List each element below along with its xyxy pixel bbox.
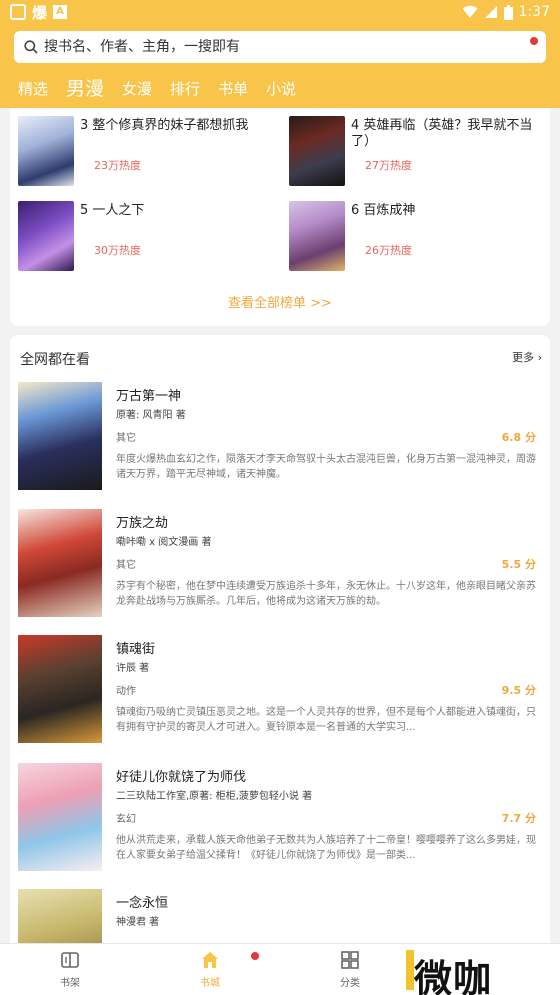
rank-cover-image bbox=[18, 116, 74, 186]
section-title: 全网都在看 bbox=[20, 352, 90, 368]
nav-label: 书城 bbox=[200, 978, 220, 989]
book-cover-image bbox=[18, 382, 102, 490]
tab-ranking[interactable]: 排行 bbox=[170, 78, 200, 108]
rank-title: 4 英雄再临（英雄？我早就不当了） bbox=[351, 118, 533, 149]
search-icon bbox=[24, 40, 38, 54]
book-author: 许辰 著 bbox=[116, 663, 150, 674]
book-genre: 玄幻 bbox=[116, 814, 136, 825]
book-genre: 其它 bbox=[116, 433, 136, 444]
book-author: 二三玖陆工作室,原著: 柜柜,菠萝包轻小说 著 bbox=[116, 791, 313, 802]
chevron-right-icon: › bbox=[537, 351, 542, 364]
more-link[interactable]: 更多 › bbox=[512, 349, 542, 365]
grid-icon bbox=[341, 951, 359, 969]
notification-square-icon bbox=[10, 4, 26, 20]
book-author: 原著: 风青阳 著 bbox=[116, 410, 186, 421]
category-tabs: 精选 男漫 女漫 排行 书单 小说 bbox=[0, 72, 296, 108]
rank-title: 3 整个修真界的妹子都想抓我 bbox=[80, 118, 249, 133]
book-item[interactable]: 镇魂街 许辰 著 动作 9.5 分 镇魂街乃吸纳亡灵镇压恶灵之地。这是一个人灵共… bbox=[10, 635, 550, 745]
book-title: 万古第一神 bbox=[116, 389, 182, 404]
book-score: 6.8 分 bbox=[501, 431, 536, 444]
book-description: 他从洪荒走来，承载人族天命他弟子无数共为人族培养了十二帝皇！嘤嘤嘤养了这么多男娃… bbox=[116, 835, 536, 861]
search-bar[interactable] bbox=[14, 31, 546, 63]
book-author: 神漫君 著 bbox=[116, 917, 160, 928]
status-app-icon: 爆 bbox=[32, 3, 48, 22]
book-item[interactable]: 好徒儿你就饶了为师伐 二三玖陆工作室,原著: 柜柜,菠萝包轻小说 著 玄幻 7.… bbox=[10, 763, 550, 873]
book-item[interactable]: 万族之劫 嘞咔嘞 x 阅文漫画 著 其它 5.5 分 苏宇有个秘密，他在梦中连续… bbox=[10, 509, 550, 619]
notification-dot bbox=[251, 952, 259, 960]
tab-female-comics[interactable]: 女漫 bbox=[122, 78, 152, 108]
book-description: 苏宇有个秘密，他在梦中连续遭受万族追杀十多年，永无休止。十八岁这年，他亲眼目睹父… bbox=[116, 581, 536, 607]
tab-booklist[interactable]: 书单 bbox=[218, 78, 248, 108]
rank-item[interactable]: 5 一人之下 30万热度 bbox=[10, 193, 270, 271]
rank-cover-image bbox=[289, 116, 345, 186]
book-score: 7.7 分 bbox=[501, 812, 536, 825]
book-cover-image bbox=[18, 509, 102, 617]
book-title: 一念永恒 bbox=[116, 896, 169, 911]
watermark-text: 微咖 bbox=[414, 957, 493, 995]
book-title: 万族之劫 bbox=[116, 516, 169, 531]
tab-featured[interactable]: 精选 bbox=[18, 78, 48, 108]
book-description: 年度火爆热血玄幻之作，陨落天才李天命驾驭十头太古混沌巨兽，化身万古第一混沌神灵，… bbox=[116, 454, 536, 480]
rank-item[interactable]: 4 英雄再临（英雄？我早就不当了） 27万热度 bbox=[281, 108, 541, 186]
signal-icon bbox=[484, 6, 497, 18]
ranking-card: 3 整个修真界的妹子都想抓我 23万热度 4 英雄再临（英雄？我早就不当了） 2… bbox=[10, 108, 550, 326]
wifi-icon bbox=[462, 5, 478, 18]
rank-title: 6 百炼成神 bbox=[351, 203, 416, 218]
book-cover-image bbox=[18, 635, 102, 743]
rank-heat: 27万热度 bbox=[365, 159, 412, 172]
rank-cover-image bbox=[18, 201, 74, 271]
tab-male-comics[interactable]: 男漫 bbox=[66, 74, 104, 108]
book-score: 5.5 分 bbox=[501, 558, 536, 571]
home-icon bbox=[202, 952, 218, 968]
trending-section: 全网都在看 更多 › 万古第一神 原著: 风青阳 著 其它 6.8 分 年度火爆… bbox=[10, 335, 550, 955]
book-cover-image bbox=[18, 763, 102, 871]
book-score: 9.5 分 bbox=[501, 684, 536, 697]
nav-bookshelf[interactable]: 书架 bbox=[40, 950, 100, 989]
battery-icon bbox=[503, 4, 513, 20]
notification-dot bbox=[530, 37, 538, 45]
status-a-badge: A bbox=[53, 5, 68, 19]
bookshelf-icon bbox=[61, 952, 79, 968]
nav-bookstore[interactable]: 书城 bbox=[180, 950, 240, 989]
book-title: 好徒儿你就饶了为师伐 bbox=[116, 770, 247, 785]
watermark-bar bbox=[406, 950, 414, 990]
book-description: 镇魂街乃吸纳亡灵镇压恶灵之地。这是一个人灵共存的世界，但不是每个人都能进入镇魂街… bbox=[116, 707, 536, 733]
search-input[interactable] bbox=[44, 39, 536, 55]
nav-label: 分类 bbox=[340, 978, 360, 989]
rank-item[interactable]: 6 百炼成神 26万热度 bbox=[281, 193, 541, 271]
rank-heat: 23万热度 bbox=[94, 159, 141, 172]
top-header: 爆 A 1:37 精选 男漫 女漫 排行 书单 小说 bbox=[0, 0, 560, 108]
nav-label: 书架 bbox=[60, 978, 80, 989]
book-genre: 动作 bbox=[116, 686, 136, 697]
see-all-rankings-link[interactable]: 查看全部榜单 >> bbox=[10, 292, 550, 311]
more-label: 更多 bbox=[512, 351, 535, 364]
book-genre: 其它 bbox=[116, 560, 136, 571]
rank-cover-image bbox=[289, 201, 345, 271]
book-author: 嘞咔嘞 x 阅文漫画 著 bbox=[116, 537, 212, 548]
book-item[interactable]: 万古第一神 原著: 风青阳 著 其它 6.8 分 年度火爆热血玄幻之作，陨落天才… bbox=[10, 382, 550, 492]
status-bar: 爆 A 1:37 bbox=[0, 0, 560, 24]
rank-item[interactable]: 3 整个修真界的妹子都想抓我 23万热度 bbox=[10, 108, 270, 186]
rank-heat: 30万热度 bbox=[94, 244, 141, 257]
tab-novel[interactable]: 小说 bbox=[266, 78, 296, 108]
rank-heat: 26万热度 bbox=[365, 244, 412, 257]
status-time: 1:37 bbox=[518, 4, 550, 20]
watermark-logo: 微咖 bbox=[360, 944, 560, 995]
rank-title: 5 一人之下 bbox=[80, 203, 145, 218]
book-title: 镇魂街 bbox=[116, 642, 156, 657]
